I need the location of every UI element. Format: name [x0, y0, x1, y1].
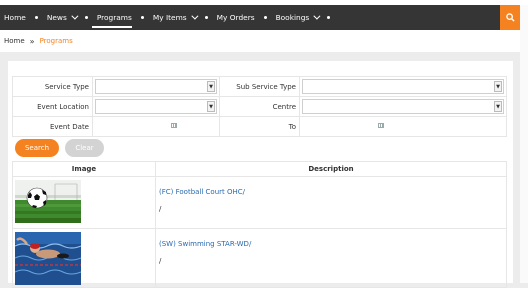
event-date-label: Event Date: [12, 116, 93, 137]
filter-form: Service Type ▼ Sub Service Type ▼ Event …: [12, 76, 507, 137]
centre-select[interactable]: ▼: [302, 99, 504, 114]
event-location-label: Event Location: [12, 96, 93, 117]
results-table: Image Description (FC) Football Court OH…: [12, 161, 507, 288]
breadcrumb-home[interactable]: Home: [4, 37, 25, 45]
chevron-down-icon: [191, 12, 199, 20]
centre-label: Centre: [219, 96, 300, 117]
calendar-icon[interactable]: [171, 123, 177, 128]
sub-service-type-label: Sub Service Type: [219, 76, 300, 97]
nav-my-items[interactable]: My Items: [144, 5, 199, 30]
image-column-header: Image: [12, 161, 156, 177]
search-button[interactable]: [500, 5, 520, 30]
event-date-input[interactable]: [95, 119, 217, 134]
event-location-select[interactable]: ▼: [95, 99, 217, 114]
image-cell: [12, 228, 156, 288]
nav-programs[interactable]: Programs: [88, 5, 132, 30]
chevron-down-icon: [313, 12, 321, 20]
football-image[interactable]: [15, 180, 81, 223]
breadcrumb: Home » Programs: [0, 30, 520, 52]
nav-my-items-label: My Items: [152, 13, 187, 22]
table-row: (FC) Football Court OHC/ /: [12, 176, 507, 229]
sub-service-type-select[interactable]: ▼: [302, 79, 504, 94]
chevron-down-icon: [71, 12, 79, 20]
image-cell: [12, 176, 156, 229]
program-subtext: /: [159, 205, 162, 213]
nav-news[interactable]: News: [38, 5, 79, 30]
select-arrow-icon: ▼: [207, 101, 215, 112]
description-column-header: Description: [155, 161, 507, 177]
nav-bookings[interactable]: Bookings: [267, 5, 321, 30]
nav-news-label: News: [46, 13, 67, 22]
to-date-label: To: [219, 116, 300, 137]
nav-my-orders[interactable]: My Orders: [208, 5, 255, 30]
to-date-input[interactable]: [302, 119, 504, 134]
breadcrumb-separator: »: [29, 36, 35, 46]
select-arrow-icon: ▼: [494, 81, 502, 92]
search-submit-button[interactable]: Search: [15, 139, 59, 157]
calendar-icon[interactable]: [378, 123, 384, 128]
nav-home-label: Home: [4, 13, 26, 22]
search-icon: [505, 13, 515, 22]
nav-home[interactable]: Home: [0, 5, 26, 30]
search-panel: Service Type ▼ Sub Service Type ▼ Event …: [8, 61, 513, 288]
nav-separator: [327, 16, 331, 19]
description-cell: (SW) Swimming STAR-WD/ /: [155, 228, 507, 288]
clear-button[interactable]: Clear: [65, 139, 104, 157]
description-cell: (FC) Football Court OHC/ /: [155, 176, 507, 229]
program-link[interactable]: (SW) Swimming STAR-WD/: [159, 240, 505, 248]
program-link[interactable]: (FC) Football Court OHC/: [159, 188, 505, 196]
select-arrow-icon: ▼: [494, 101, 502, 112]
nav-bookings-label: Bookings: [275, 13, 310, 22]
service-type-label: Service Type: [12, 76, 93, 97]
nav-programs-label: Programs: [96, 13, 132, 22]
nav-my-orders-label: My Orders: [216, 13, 255, 22]
select-arrow-icon: ▼: [207, 81, 215, 92]
swimming-image[interactable]: [14, 232, 82, 285]
scrollbar[interactable]: [520, 5, 528, 283]
breadcrumb-current: Programs: [39, 37, 73, 45]
service-type-select[interactable]: ▼: [95, 79, 217, 94]
table-row: (SW) Swimming STAR-WD/ /: [12, 228, 507, 288]
main-nav: Home News Programs My Items My Orders Bo…: [0, 5, 520, 30]
program-subtext: /: [159, 257, 162, 265]
